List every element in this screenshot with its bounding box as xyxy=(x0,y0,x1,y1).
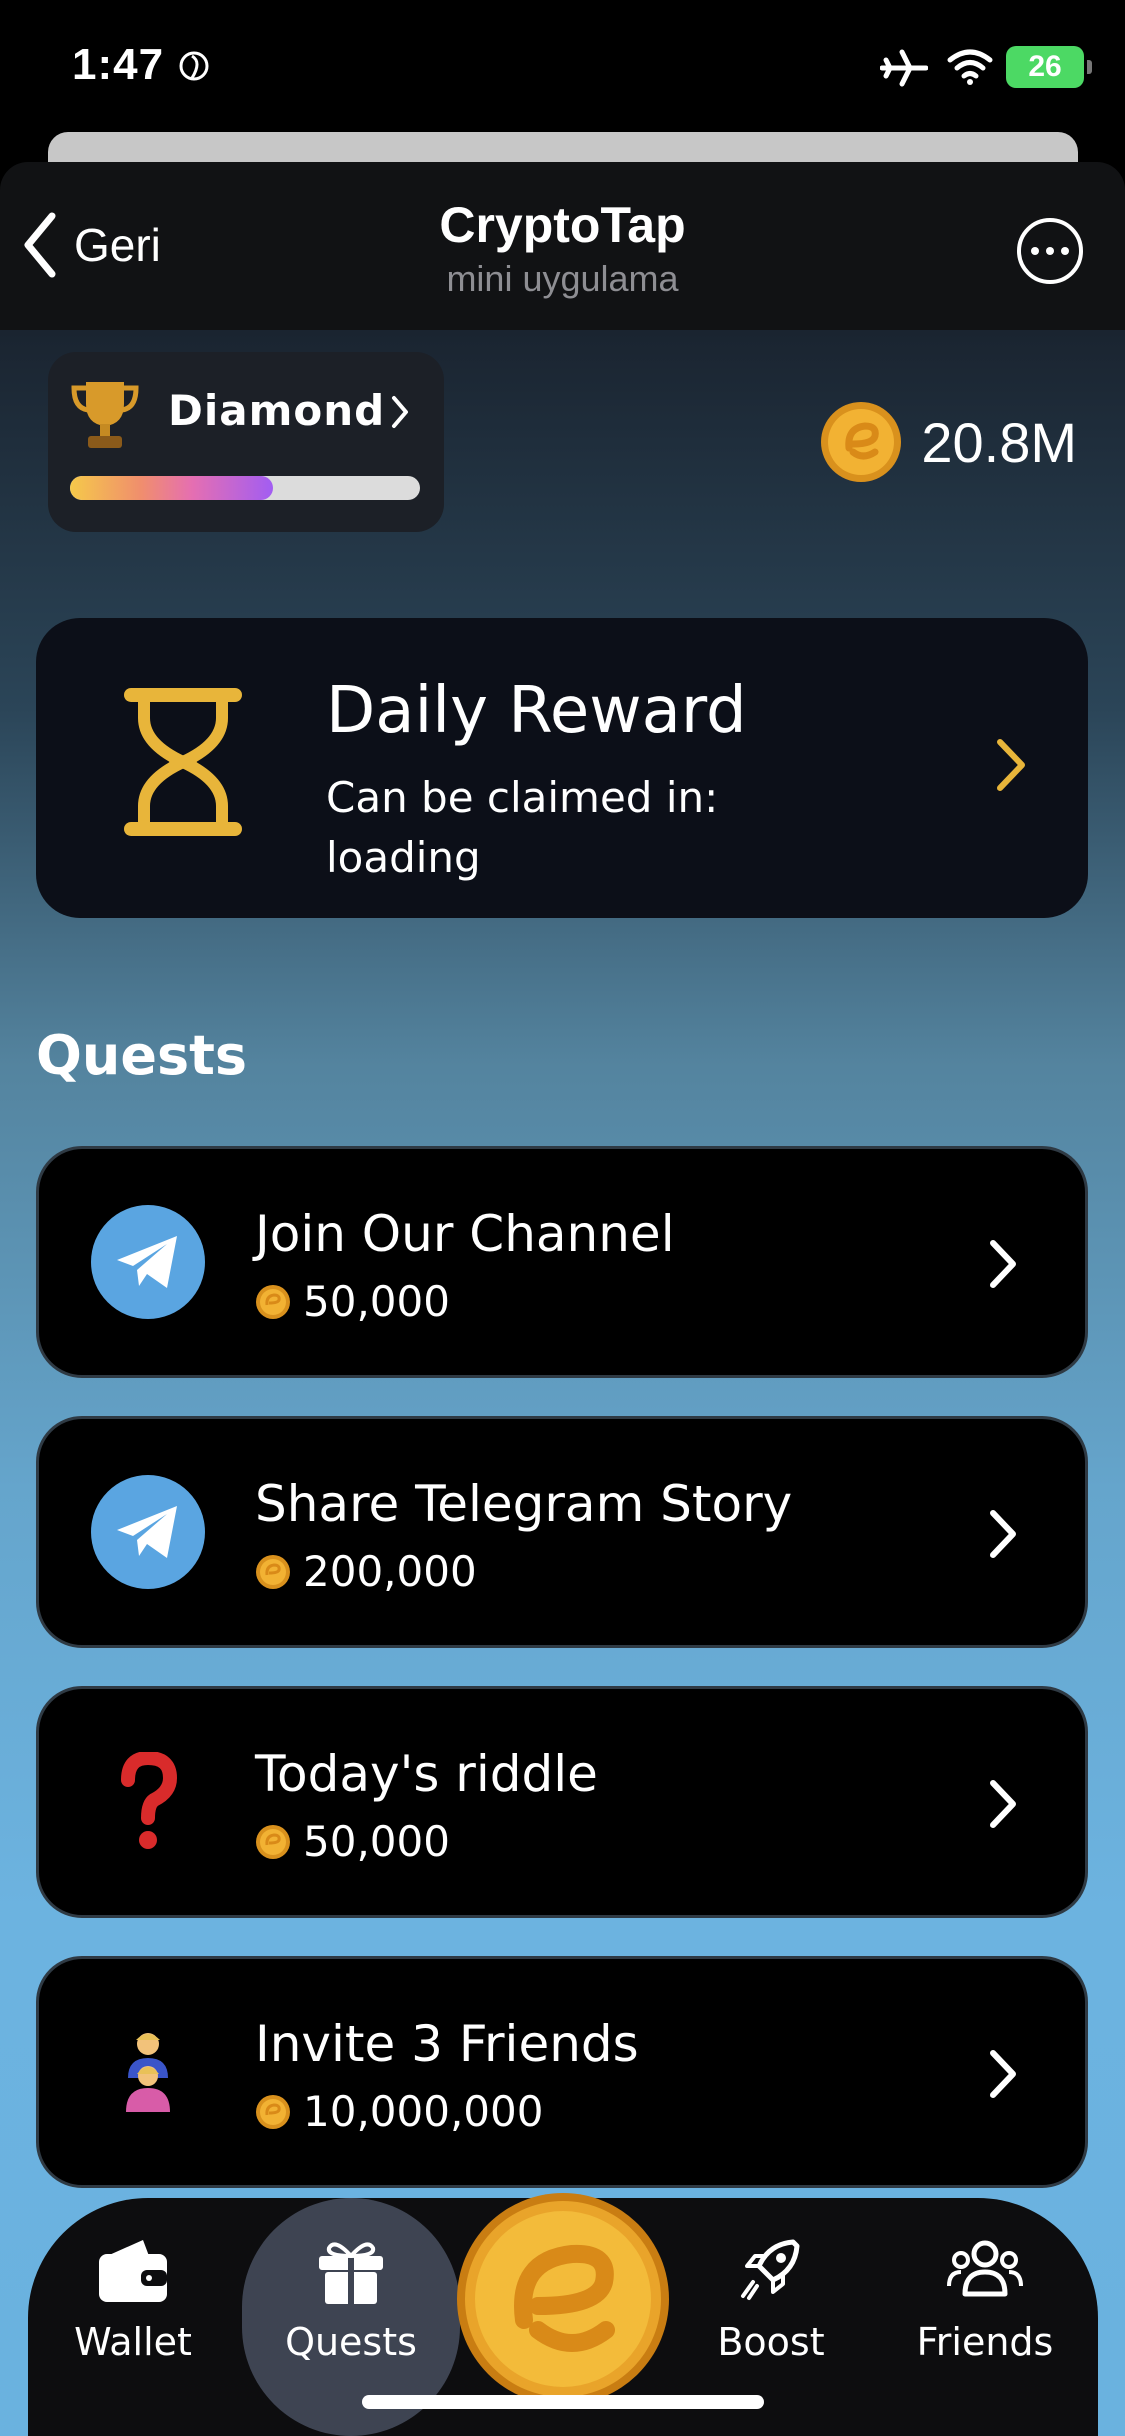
gift-icon xyxy=(319,2242,383,2304)
main-content: Diamond 20.8M Daily Reward Can be claime… xyxy=(0,330,1125,2436)
rank-progress-bar xyxy=(70,476,420,500)
chevron-right-icon xyxy=(997,739,1025,791)
quest-reward-value: 10,000,000 xyxy=(303,2087,544,2136)
mini-app-header: Geri CryptoTap mini uygulama xyxy=(0,162,1125,330)
chevron-right-icon xyxy=(392,396,408,428)
daily-reward-card[interactable]: Daily Reward Can be claimed in: loading xyxy=(36,618,1088,918)
coin-icon xyxy=(821,402,902,482)
rank-name: Diamond xyxy=(168,386,386,435)
quest-title: Share Telegram Story xyxy=(255,1475,793,1533)
coin-icon xyxy=(256,1824,290,1859)
nav-label: Quests xyxy=(285,2320,417,2364)
friends-icon xyxy=(947,2240,1023,2297)
chevron-right-icon xyxy=(990,1510,1016,1558)
more-dot-icon xyxy=(1061,247,1069,255)
focus-moon-icon xyxy=(179,51,209,81)
quest-reward-value: 50,000 xyxy=(303,1817,450,1866)
chevron-right-icon xyxy=(990,1240,1016,1288)
rank-progress-fill xyxy=(70,476,273,500)
quests-heading: Quests xyxy=(36,1024,248,1087)
quest-reward: 50,000 xyxy=(255,1817,450,1866)
balance-value: 20.8M xyxy=(921,410,1077,474)
quest-title: Join Our Channel xyxy=(255,1205,675,1263)
nav-friends[interactable]: Friends xyxy=(880,2236,1090,2364)
coin-icon xyxy=(256,2094,290,2129)
question-mark-icon xyxy=(91,1745,205,1859)
nav-label: Friends xyxy=(916,2320,1054,2364)
telegram-icon xyxy=(91,1205,205,1319)
daily-reward-subtitle: Can be claimed in: loading xyxy=(326,773,719,882)
page-title: CryptoTap xyxy=(439,197,686,253)
quest-item[interactable]: Join Our Channel 50,000 xyxy=(36,1146,1088,1378)
quest-item[interactable]: Invite 3 Friends 10,000,000 xyxy=(36,1956,1088,2188)
coin-icon xyxy=(256,1284,290,1319)
chevron-right-icon xyxy=(990,1780,1016,1828)
rank-card[interactable]: Diamond xyxy=(48,352,444,532)
hourglass-icon xyxy=(124,688,242,836)
daily-reward-title: Daily Reward xyxy=(326,674,747,748)
quest-reward: 200,000 xyxy=(255,1547,477,1596)
wallet-icon xyxy=(99,2240,167,2302)
quest-reward-value: 200,000 xyxy=(303,1547,477,1596)
rocket-icon xyxy=(741,2239,800,2300)
coin-balance: 20.8M xyxy=(819,400,1077,484)
title-block: CryptoTap mini uygulama xyxy=(0,196,1125,300)
quest-item[interactable]: Today's riddle 50,000 xyxy=(36,1686,1088,1918)
wifi-icon xyxy=(947,49,993,85)
quest-item[interactable]: Share Telegram Story 200,000 xyxy=(36,1416,1088,1648)
status-bar: 1:47 26 xyxy=(0,0,1125,135)
quest-reward-value: 50,000 xyxy=(303,1277,450,1326)
quest-reward: 50,000 xyxy=(255,1277,450,1326)
tap-coin-button[interactable] xyxy=(454,2190,672,2408)
more-options-button[interactable] xyxy=(1017,218,1083,284)
quest-reward: 10,000,000 xyxy=(255,2087,543,2136)
more-dot-icon xyxy=(1031,247,1039,255)
nav-quests[interactable]: Quests xyxy=(246,2236,456,2364)
status-time: 1:47 xyxy=(72,40,165,89)
family-icon xyxy=(91,2015,205,2129)
trophy-icon xyxy=(71,382,139,448)
chevron-right-icon xyxy=(990,2050,1016,2098)
battery-level: 26 xyxy=(1028,50,1062,83)
quest-title: Today's riddle xyxy=(255,1745,598,1803)
coin-icon xyxy=(256,1554,290,1589)
home-indicator xyxy=(362,2395,764,2409)
airplane-mode-icon xyxy=(880,49,928,87)
nav-boost[interactable]: Boost xyxy=(666,2236,876,2364)
nav-label: Boost xyxy=(717,2320,825,2364)
nav-label: Wallet xyxy=(74,2320,192,2364)
battery-indicator: 26 xyxy=(1006,46,1092,88)
page-subtitle: mini uygulama xyxy=(446,258,679,299)
more-dot-icon xyxy=(1046,247,1054,255)
nav-wallet[interactable]: Wallet xyxy=(28,2236,238,2364)
quest-title: Invite 3 Friends xyxy=(255,2015,639,2073)
telegram-icon xyxy=(91,1475,205,1589)
